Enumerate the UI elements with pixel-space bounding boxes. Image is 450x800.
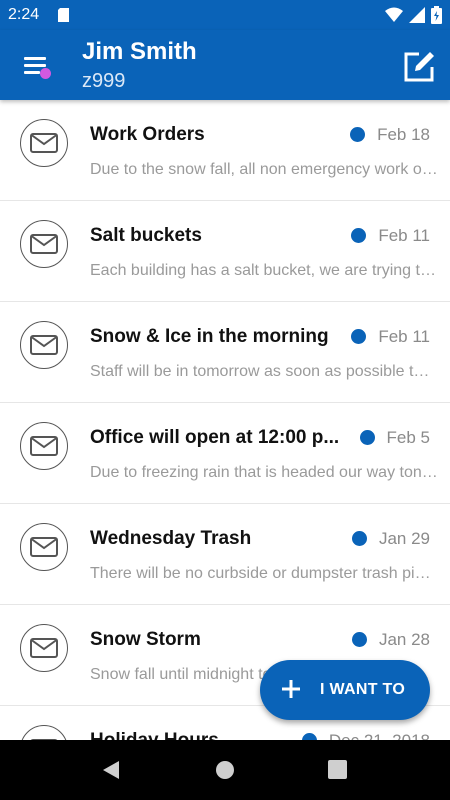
status-bar: 2:24 (0, 0, 450, 30)
message-subject: Holiday Hours (90, 730, 290, 740)
message-date: Feb 11 (378, 327, 430, 346)
user-id: z999 (82, 70, 126, 92)
fab-label: I WANT TO (320, 681, 406, 698)
notification-badge (40, 68, 51, 79)
message-date: Feb 18 (377, 125, 430, 144)
unread-indicator (351, 329, 366, 344)
envelope-icon (20, 725, 68, 740)
message-date: Feb 5 (386, 428, 430, 447)
wifi-icon (385, 7, 403, 22)
system-nav-bar (0, 740, 450, 800)
message-subject: Office will open at 12:00 p... (90, 427, 340, 448)
message-preview: Each building has a salt bucket, we are … (90, 262, 438, 279)
signal-icon (409, 7, 425, 23)
message-row[interactable]: Snow & Ice in the morning Feb 11 Staff wil… (0, 302, 450, 403)
envelope-icon (20, 119, 68, 167)
message-preview: There will be no curbside or dumpster tr… (90, 565, 438, 582)
home-icon[interactable] (215, 760, 235, 780)
recents-icon[interactable] (328, 760, 347, 779)
back-icon[interactable] (101, 760, 121, 780)
compose-icon[interactable] (402, 50, 436, 84)
envelope-icon (20, 422, 68, 470)
envelope-icon (20, 523, 68, 571)
battery-icon (431, 6, 442, 24)
app-header: Jim Smith z999 (0, 30, 450, 100)
message-subject: Wednesday Trash (90, 528, 252, 549)
unread-indicator (352, 531, 367, 546)
unread-indicator (351, 228, 366, 243)
message-row[interactable]: Salt buckets Feb 11 Each building has a sa… (0, 201, 450, 302)
envelope-icon (20, 220, 68, 268)
unread-indicator (350, 127, 365, 142)
message-row[interactable]: Wednesday Trash Jan 29 There will be no cu… (0, 504, 450, 605)
user-name: Jim Smith (82, 38, 197, 65)
message-row[interactable]: Office will open at 12:00 p... Feb 5 Due t… (0, 403, 450, 504)
envelope-icon (20, 624, 68, 672)
unread-indicator (302, 733, 317, 740)
message-preview: Due to the snow fall, all non emergency … (90, 161, 438, 178)
message-subject: Work Orders (90, 124, 205, 145)
message-list[interactable]: Work Orders Feb 18 Due to the snow fall, a… (0, 100, 450, 740)
message-date: Dec 21, 2018 (329, 731, 430, 740)
message-row[interactable]: Work Orders Feb 18 Due to the snow fall, a… (0, 100, 450, 201)
message-date: Jan 28 (378, 630, 430, 649)
envelope-icon (20, 321, 68, 369)
hamburger-menu-icon[interactable] (20, 52, 54, 82)
message-subject: Snow Storm (90, 629, 201, 650)
sd-card-icon (58, 8, 69, 22)
plus-icon (282, 680, 300, 698)
i-want-to-button[interactable]: I WANT TO (260, 660, 430, 720)
message-preview: Due to freezing rain that is headed our … (90, 464, 438, 481)
status-time: 2:24 (8, 6, 40, 23)
message-subject: Salt buckets (90, 225, 202, 246)
unread-indicator (352, 632, 367, 647)
message-subject: Snow & Ice in the morning (90, 326, 329, 347)
unread-indicator (360, 430, 375, 445)
message-date: Feb 11 (378, 226, 430, 245)
message-preview: Staff will be in tomorrow as soon as pos… (90, 363, 438, 380)
message-date: Jan 29 (378, 529, 430, 548)
